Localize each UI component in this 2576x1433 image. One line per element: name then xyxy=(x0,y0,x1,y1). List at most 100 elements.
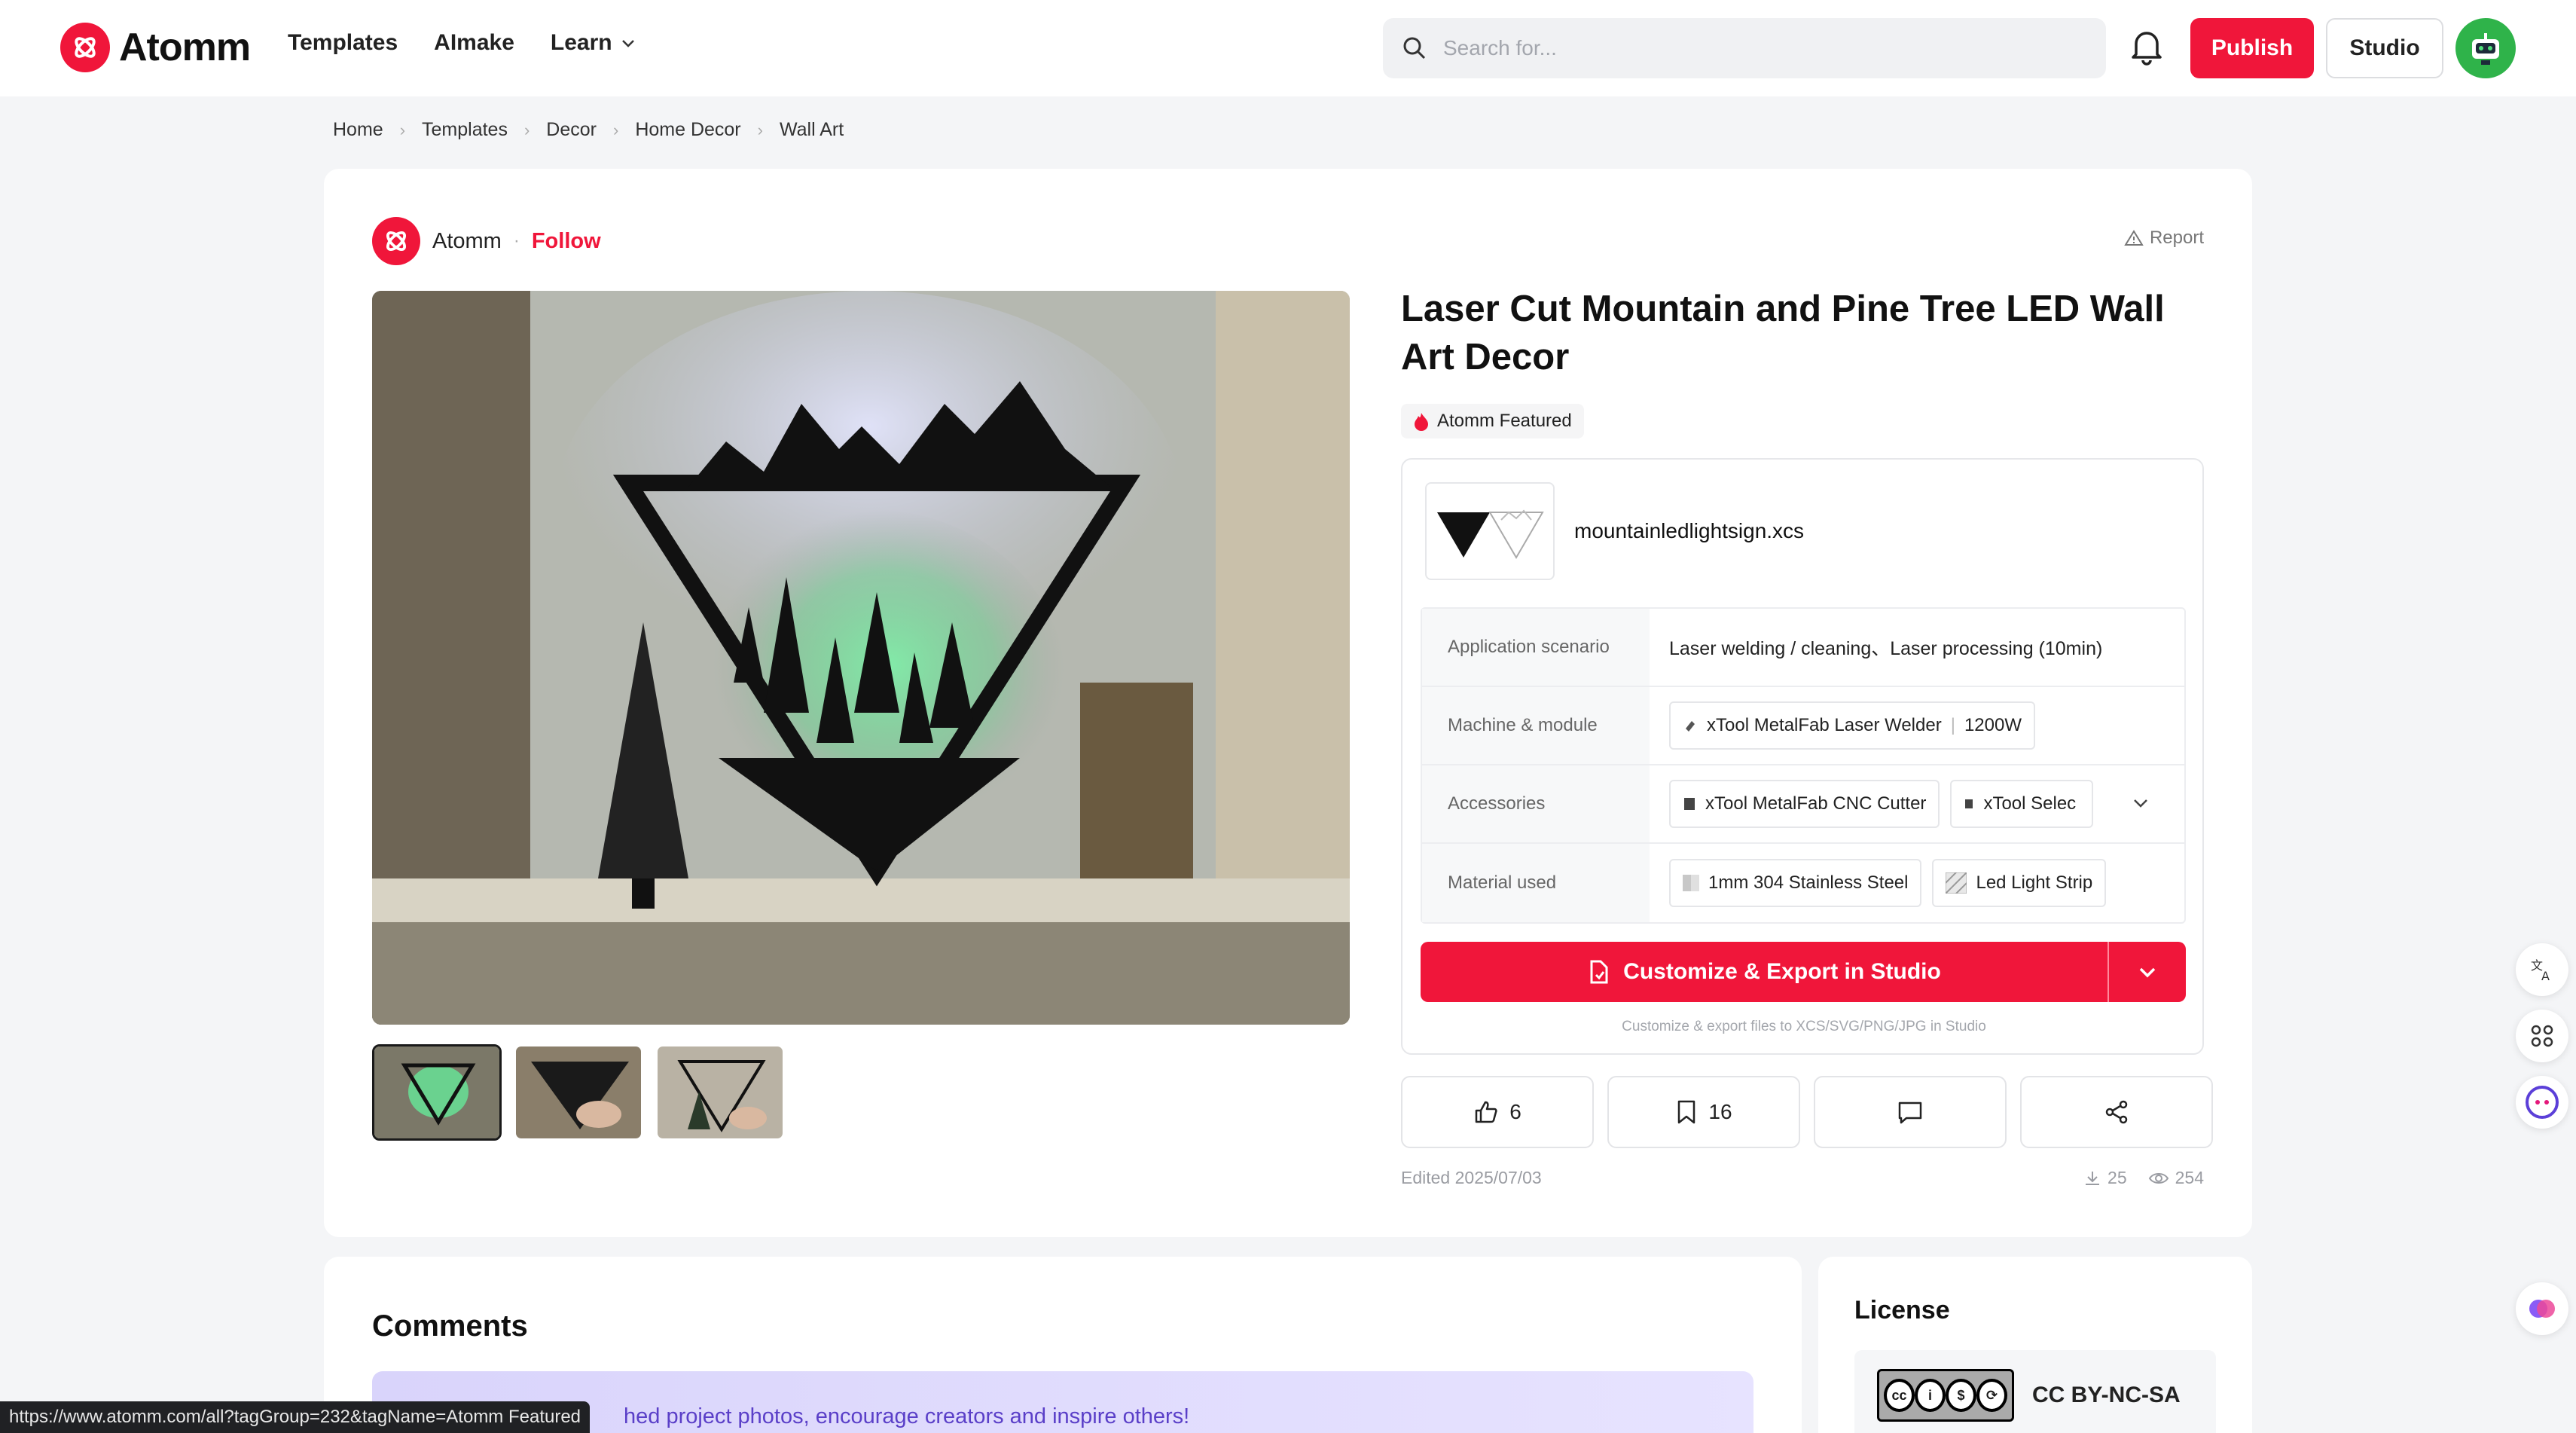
follow-button[interactable]: Follow xyxy=(532,229,601,254)
breadcrumb-home[interactable]: Home xyxy=(333,119,383,141)
project-main-image[interactable] xyxy=(372,291,1350,1025)
translate-icon: 文A xyxy=(2531,958,2550,983)
download-count: 25 xyxy=(2107,1168,2127,1187)
accessory-name: xTool MetalFab CNC Cutter xyxy=(1705,793,1927,814)
wall-art-photo xyxy=(372,291,1350,1025)
edited-date: Edited 2025/07/03 xyxy=(1401,1168,1542,1187)
user-avatar[interactable] xyxy=(2455,18,2516,78)
apps-button[interactable] xyxy=(2516,1010,2568,1062)
chip-divider: | xyxy=(1950,715,1955,735)
customize-export-main[interactable]: Customize & Export in Studio xyxy=(1421,942,2107,1002)
separator-dot: · xyxy=(513,231,520,251)
brand-name: Atomm xyxy=(119,26,251,69)
comment-icon xyxy=(1898,1101,1922,1124)
project-title: Laser Cut Mountain and Pine Tree LED Wal… xyxy=(1401,289,2165,377)
nav-learn-label: Learn xyxy=(550,30,612,55)
share-icon xyxy=(2105,1100,2128,1124)
chevron-right-icon: › xyxy=(757,120,763,139)
thumbnail-3[interactable] xyxy=(655,1044,785,1141)
license-box[interactable]: cc i $ ⟳ CC BY-NC-SA xyxy=(1854,1350,2216,1433)
breadcrumb: Home › Templates › Decor › Home Decor › … xyxy=(333,119,844,141)
cta-note: Customize & export files to XCS/SVG/PNG/… xyxy=(1622,1019,1986,1034)
breadcrumb-decor[interactable]: Decor xyxy=(546,119,597,141)
nav-learn[interactable]: Learn xyxy=(551,30,636,56)
thumbnail-2[interactable] xyxy=(514,1044,643,1141)
author-avatar[interactable] xyxy=(372,217,420,265)
report-label: Report xyxy=(2149,228,2204,248)
nav-aimake[interactable]: AImake xyxy=(434,30,514,56)
spec-label: Accessories xyxy=(1422,765,1650,842)
comments-title: Comments xyxy=(372,1309,528,1343)
search-input[interactable] xyxy=(1443,36,2061,60)
breadcrumb-home-decor[interactable]: Home Decor xyxy=(635,119,740,141)
studio-button[interactable]: Studio xyxy=(2326,18,2443,78)
cta-dropdown-button[interactable] xyxy=(2109,942,2186,1002)
spec-value: 1mm 304 Stainless Steel Led Light Strip xyxy=(1650,844,2184,922)
bookmark-button[interactable]: 16 xyxy=(1607,1076,1800,1148)
machine-chip[interactable]: xTool MetalFab Laser Welder | 1200W xyxy=(1669,701,2035,750)
spec-row-application: Application scenario Laser welding / cle… xyxy=(1422,609,2184,687)
assistant-button[interactable] xyxy=(2516,1076,2568,1129)
chevron-right-icon: › xyxy=(399,120,406,139)
thumbnail-strip xyxy=(372,1044,785,1141)
spec-label: Application scenario xyxy=(1422,609,1650,686)
material-chip[interactable]: Led Light Strip xyxy=(1932,859,2107,907)
material-chip[interactable]: 1mm 304 Stainless Steel xyxy=(1669,859,1922,907)
comment-button[interactable] xyxy=(1814,1076,2007,1148)
svg-text:A: A xyxy=(2541,969,2550,983)
download-stat: 25 xyxy=(2083,1168,2127,1188)
eye-icon xyxy=(2148,1172,2169,1184)
customize-export-button[interactable]: Customize & Export in Studio xyxy=(1421,942,2186,1002)
material-name: Led Light Strip xyxy=(1976,872,2093,893)
ai-brain-button[interactable] xyxy=(2516,1282,2568,1335)
author-row: Atomm · Follow xyxy=(372,217,601,265)
breadcrumb-templates[interactable]: Templates xyxy=(422,119,508,141)
action-bar: 6 16 xyxy=(1401,1076,2213,1148)
spec-value: Laser welding / cleaning、Laser processin… xyxy=(1669,638,2103,659)
accessory-icon xyxy=(1684,798,1695,810)
breadcrumb-wall-art[interactable]: Wall Art xyxy=(780,119,844,141)
nav-templates[interactable]: Templates xyxy=(288,30,398,56)
accessory-chip[interactable]: xTool MetalFab CNC Cutter xyxy=(1669,780,1940,828)
view-stat: 254 xyxy=(2148,1168,2204,1188)
file-row[interactable]: mountainledlightsign.xcs xyxy=(1425,482,1804,580)
export-icon xyxy=(1590,960,1608,984)
spec-row-machine: Machine & module xTool MetalFab Laser We… xyxy=(1422,687,2184,765)
search-icon xyxy=(1403,37,1426,60)
accessory-chip[interactable]: xTool Selec xyxy=(1950,780,2094,828)
license-name: CC BY-NC-SA xyxy=(2032,1383,2181,1407)
like-count: 6 xyxy=(1509,1100,1521,1123)
cta-label: Customize & Export in Studio xyxy=(1623,959,1941,984)
machine-icon xyxy=(1686,721,1695,732)
bookmark-count: 16 xyxy=(1708,1100,1732,1123)
spec-table: Application scenario Laser welding / cle… xyxy=(1421,607,2186,924)
like-button[interactable]: 6 xyxy=(1401,1076,1594,1148)
chevron-right-icon: › xyxy=(612,120,619,139)
comments-banner-text: hed project photos, encourage creators a… xyxy=(624,1404,1190,1428)
file-name: mountainledlightsign.xcs xyxy=(1574,519,1805,542)
material-swatch-icon xyxy=(1683,875,1699,891)
report-button[interactable]: Report xyxy=(2124,228,2204,249)
apps-icon xyxy=(2531,1025,2553,1047)
accessory-name: xTool Selec xyxy=(1983,793,2077,814)
bookmark-icon xyxy=(1678,1100,1695,1124)
spec-row-accessories: Accessories xTool MetalFab CNC Cutter xT… xyxy=(1422,765,2184,844)
spec-value: xTool MetalFab Laser Welder | 1200W xyxy=(1650,687,2184,764)
cc-license-icon: cc i $ ⟳ xyxy=(1877,1369,2014,1422)
publish-button[interactable]: Publish xyxy=(2190,18,2314,78)
translate-button[interactable]: 文A xyxy=(2516,943,2568,996)
spec-label: Machine & module xyxy=(1422,687,1650,764)
featured-badge[interactable]: Atomm Featured xyxy=(1401,404,1584,438)
featured-label: Atomm Featured xyxy=(1437,411,1572,431)
share-button[interactable] xyxy=(2020,1076,2213,1148)
chevron-right-icon: › xyxy=(523,120,530,139)
warning-icon xyxy=(2124,230,2144,246)
flame-icon xyxy=(1415,413,1428,431)
search-bar[interactable] xyxy=(1383,18,2106,78)
bell-icon[interactable] xyxy=(2129,27,2165,66)
thumbnail-1[interactable] xyxy=(372,1044,502,1141)
chevron-down-icon[interactable] xyxy=(2130,793,2151,814)
atomm-logo[interactable]: Atomm xyxy=(60,23,251,72)
project-card: Atomm · Follow Report Laser Cut Mountain… xyxy=(324,169,2252,1237)
author-name[interactable]: Atomm xyxy=(432,229,502,254)
